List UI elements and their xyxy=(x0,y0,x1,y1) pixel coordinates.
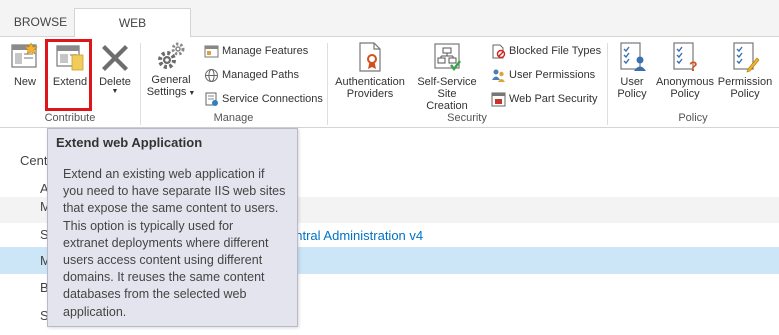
general-settings-label-line1: General xyxy=(151,74,191,86)
tooltip-title: Extend web Application xyxy=(56,135,203,150)
permission-policy-label-line1: Permission xyxy=(717,76,773,88)
user-policy-label-line1: User xyxy=(620,76,644,88)
anonymous-policy-icon: ? xyxy=(673,42,698,73)
web-part-security-icon xyxy=(491,92,506,107)
chevron-down-icon: ▼ xyxy=(186,90,196,97)
tooltip-line: databases from the selected web xyxy=(63,287,247,302)
tab-browse[interactable]: BROWSE xyxy=(9,8,72,37)
anonymous-policy-button[interactable]: ? Anonymous Policy xyxy=(655,41,715,100)
service-connections-icon xyxy=(205,92,218,106)
delete-button[interactable]: Delete ▼ xyxy=(95,41,135,96)
extend-tooltip: Extend web Application Extend an existin… xyxy=(47,128,298,327)
anonymous-policy-label-line1: Anonymous xyxy=(655,76,715,88)
central-administration-link[interactable]: entral Administration v4 xyxy=(288,228,423,243)
tooltip-line: users access content using different xyxy=(63,253,263,268)
group-label-policy: Policy xyxy=(678,112,708,124)
tooltip-line: you need to have separate IIS web sites xyxy=(63,184,286,199)
anonymous-policy-label-line2: Policy xyxy=(670,88,700,100)
delete-button-label: Delete xyxy=(99,76,131,88)
ribbon: New Extend Delete ▼ Contribute General S… xyxy=(0,37,779,128)
authentication-providers-label-line1: Authentication xyxy=(335,76,405,88)
managed-paths-label: Managed Paths xyxy=(222,69,300,81)
manage-features-label: Manage Features xyxy=(222,45,309,57)
tooltip-line: that expose the same content to users. xyxy=(63,201,279,216)
group-label-security: Security xyxy=(447,112,487,124)
self-service-label-line1: Self-Service Site xyxy=(417,76,477,100)
group-label-manage: Manage xyxy=(213,112,254,124)
globe-icon xyxy=(205,68,218,82)
authentication-providers-label-line2: Providers xyxy=(346,88,394,100)
service-connections-label: Service Connections xyxy=(222,93,323,105)
tooltip-body: Extend an existing web application if yo… xyxy=(63,166,295,321)
tooltip-line: Extend an existing web application if xyxy=(63,167,265,181)
gear-icon xyxy=(158,42,185,69)
svg-text:?: ? xyxy=(689,58,698,73)
permission-policy-icon xyxy=(733,42,760,73)
blocked-file-types-button[interactable]: Blocked File Types xyxy=(491,41,601,61)
extend-button-highlight xyxy=(45,39,92,111)
ribbon-tab-bar: BROWSE WEB APPLICATIONS xyxy=(0,0,779,59)
group-label-contribute: Contribute xyxy=(44,112,96,124)
user-permissions-button[interactable]: User Permissions xyxy=(491,65,595,85)
users-icon xyxy=(492,69,505,82)
general-settings-label-line2: Settings xyxy=(146,86,187,98)
web-part-security-label: Web Part Security xyxy=(509,93,598,105)
tab-web-applications[interactable]: WEB APPLICATIONS xyxy=(74,8,191,59)
certificate-icon xyxy=(359,42,381,72)
new-button-label: New xyxy=(13,76,36,88)
delete-x-icon xyxy=(102,45,128,71)
web-part-security-button[interactable]: Web Part Security xyxy=(491,89,597,109)
self-service-label-line2: Creation xyxy=(426,100,468,112)
blocked-file-icon xyxy=(492,44,506,59)
user-policy-label-line2: Policy xyxy=(617,88,647,100)
managed-paths-button[interactable]: Managed Paths xyxy=(204,65,299,85)
service-connections-button[interactable]: Service Connections xyxy=(204,89,323,109)
site-hierarchy-icon xyxy=(434,43,461,71)
new-web-app-icon xyxy=(11,42,38,68)
user-policy-icon xyxy=(620,42,646,71)
tooltip-line: This option is typically used for xyxy=(63,218,234,233)
general-settings-button[interactable]: General Settings ▼ xyxy=(146,41,196,100)
manage-features-button[interactable]: Manage Features xyxy=(204,41,308,61)
chevron-down-icon: ▼ xyxy=(111,88,119,95)
blocked-file-types-label: Blocked File Types xyxy=(509,45,602,57)
user-permissions-label: User Permissions xyxy=(509,69,596,81)
authentication-providers-button[interactable]: Authentication Providers xyxy=(332,41,408,100)
tooltip-line: application. xyxy=(63,304,127,319)
user-policy-button[interactable]: User Policy xyxy=(612,41,652,100)
features-icon xyxy=(204,45,219,58)
permission-policy-label-line2: Policy xyxy=(730,88,760,100)
new-button[interactable]: New xyxy=(6,41,44,88)
permission-policy-button[interactable]: Permission Policy xyxy=(717,41,773,100)
tooltip-line: domains. It reuses the same content xyxy=(63,270,265,285)
tooltip-line: extranet deployments where different xyxy=(63,235,269,250)
self-service-site-creation-button[interactable]: Self-Service Site Creation xyxy=(407,41,487,112)
